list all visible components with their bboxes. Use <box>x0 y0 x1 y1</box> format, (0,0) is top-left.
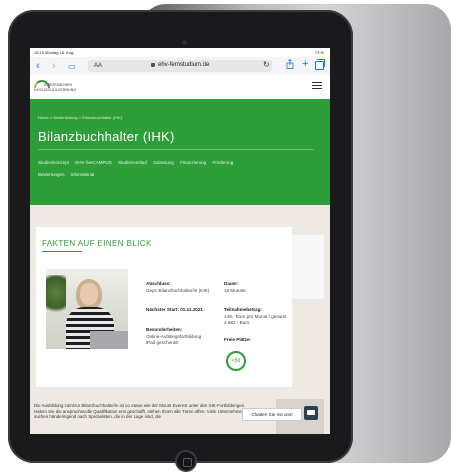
chat-icon[interactable] <box>304 406 318 420</box>
abschluss-value: Gepr. Bilanzbuchhalter/in (IHK) <box>146 288 210 293</box>
plant-image <box>46 275 66 319</box>
besonderheiten-value: Online-Aufstiegsfortbildung iPad geschen… <box>146 334 202 345</box>
course-description: Die Ausbildung zum/zur Bilanzbuchhalter/… <box>34 403 246 420</box>
abschluss-label: Abschluss: <box>146 281 171 286</box>
beitrag-label: Teilnahmebetrag: <box>224 307 262 312</box>
student-photo <box>46 269 128 349</box>
logo-line2[interactable]: HOCHSCHULVERBUND <box>34 88 76 92</box>
nav-item-bewertungen[interactable]: Bewertungen <box>38 172 65 177</box>
plaetze-label: Freie Plätze: <box>224 337 252 342</box>
bookmarks-icon[interactable]: ▭ <box>68 61 76 73</box>
nav-item-infomaterial[interactable]: Infomaterial <box>71 172 95 177</box>
facts-underline <box>42 251 82 252</box>
status-time: 15:15 Montag 18. Aug. <box>34 50 75 55</box>
share-icon[interactable] <box>286 59 294 69</box>
start-label: Nächster Start: 01.11.2021 <box>146 307 203 312</box>
side-panel <box>292 235 324 299</box>
chat-bubble-icon <box>307 410 315 415</box>
nav-item-finanzierung[interactable]: Finanzierung <box>180 160 206 165</box>
content-area: FAKTEN AUF EINEN BLICK Abschluss: Gepr. … <box>30 205 330 434</box>
new-tab-icon[interactable]: + <box>302 58 308 70</box>
chat-prompt[interactable]: Chatten Sie mit uns! <box>242 408 302 421</box>
menu-icon[interactable] <box>312 82 322 90</box>
site-header: EUROPÄISCHER HOCHSCHULVERBUND <box>30 75 330 100</box>
dauer-label: Dauer: <box>224 281 239 286</box>
nav-item-livecampus[interactable]: EHV-liveCAMPUS <box>75 160 112 165</box>
url-text: ehv-fernstudium.de <box>158 62 210 68</box>
lock-icon <box>151 63 155 67</box>
nav-item-studienverlauf[interactable]: Studienverlauf <box>118 160 147 165</box>
facts-heading: FAKTEN AUF EINEN BLICK <box>42 239 152 248</box>
dauer-value: 18 Monate <box>224 288 246 293</box>
facts-card: FAKTEN AUF EINEN BLICK Abschluss: Gepr. … <box>36 227 292 387</box>
hero-section: Home > Weiterbildung > Bilanzbuchhalter … <box>30 99 330 205</box>
page-title: Bilanzbuchhalter (IHK) <box>38 129 175 144</box>
nav-item-foerderung[interactable]: Förderung <box>212 160 233 165</box>
nav-item-studienkonzept[interactable]: Studienkonzept <box>38 160 69 165</box>
hero-divider <box>38 149 314 150</box>
address-bar[interactable]: AA ehv-fernstudium.de ↻ <box>88 60 272 72</box>
free-places-badge: <50 <box>226 351 246 371</box>
reader-aa-button[interactable]: AA <box>94 63 102 69</box>
reload-icon[interactable]: ↻ <box>263 60 270 69</box>
course-nav: Studienkonzept EHV-liveCAMPUS Studienver… <box>38 157 318 181</box>
besonderheiten-label: Besonderheiten: <box>146 327 183 332</box>
tabs-icon-back <box>317 59 325 67</box>
browser-toolbar: ‹ › ▭ AA ehv-fernstudium.de ↻ + <box>30 57 330 76</box>
home-button[interactable] <box>175 450 197 472</box>
beitrag-value: 149,- Euro pro Monat / gesamt 2.682,- Eu… <box>224 314 287 325</box>
back-icon[interactable]: ‹ <box>36 60 40 72</box>
logo-line1[interactable]: EUROPÄISCHER <box>44 83 72 87</box>
status-battery: 73 % <box>314 50 324 55</box>
forward-icon[interactable]: › <box>52 60 56 72</box>
nav-item-zulassung[interactable]: Zulassung <box>153 160 174 165</box>
person-face <box>80 283 98 305</box>
status-bar: 15:15 Montag 18. Aug. 73 % <box>30 48 330 57</box>
ipad-screen: 15:15 Montag 18. Aug. 73 % ‹ › ▭ AA ehv-… <box>30 48 330 434</box>
breadcrumb[interactable]: Home > Weiterbildung > Bilanzbuchhalter … <box>38 115 122 120</box>
camera <box>182 40 187 45</box>
laptop-image <box>90 331 128 349</box>
